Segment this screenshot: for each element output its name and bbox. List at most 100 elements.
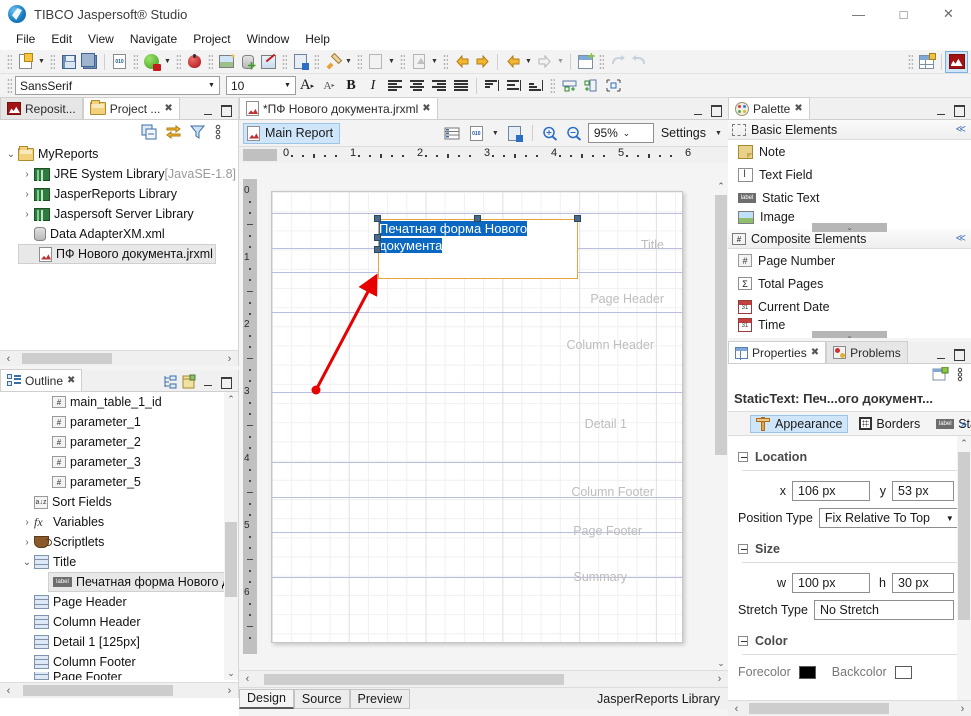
forecolor-swatch[interactable] (798, 665, 816, 679)
tab-source[interactable]: Source (293, 688, 350, 709)
tab-problems[interactable]: Problems (826, 341, 908, 363)
w-input[interactable]: 100 px (792, 573, 870, 593)
outline-item-column-footer[interactable]: Column Footer (0, 652, 238, 672)
scroll-right-icon[interactable]: › (711, 673, 728, 685)
resize-handle-nw[interactable] (374, 215, 381, 222)
toolbar-grip[interactable] (400, 53, 405, 70)
outline-item-parameter-5[interactable]: # parameter_5 (0, 472, 238, 492)
canvas-vertical-scrollbar[interactable]: ⌃ ⌄ (714, 179, 728, 670)
stretch-type-select[interactable]: No Stretch (813, 600, 954, 620)
italic-icon[interactable]: I (362, 76, 384, 96)
scroll-up-icon[interactable]: ⌃ (714, 179, 728, 193)
menu-item-edit[interactable]: Edit (43, 30, 80, 48)
selected-static-text-element[interactable]: Печатная форма Нового документа (378, 219, 578, 279)
save-all-icon[interactable] (79, 52, 100, 72)
view-menu-icon[interactable] (955, 367, 965, 384)
toolbar-grip[interactable] (282, 53, 287, 70)
minimize-panel-button[interactable] (933, 347, 949, 363)
increase-font-size-icon[interactable]: A ▸ (296, 76, 318, 96)
tree-item-jre-system-library[interactable]: › JRE System Library [JavaSE-1.8] (0, 164, 238, 184)
align-bottom-icon[interactable] (525, 76, 547, 96)
section-header-location[interactable]: Location (738, 450, 961, 464)
collapse-icon[interactable] (738, 636, 748, 646)
maximize-button[interactable]: □ (881, 0, 926, 28)
tab-design[interactable]: Design (239, 688, 294, 709)
resize-handle-n[interactable] (474, 215, 481, 222)
chevron-right-icon[interactable]: › (20, 209, 34, 220)
resize-handle-w[interactable] (374, 234, 381, 241)
palette-item-static-text[interactable]: label Static Text (728, 186, 971, 209)
outline-item-variables[interactable]: › fx Variables (0, 512, 238, 532)
back-icon[interactable] (451, 52, 472, 72)
minimize-button[interactable]: — (836, 0, 881, 28)
palette-item-time[interactable]: Time (728, 318, 971, 332)
scroll-left-icon[interactable]: ‹ (0, 353, 17, 365)
resize-handle-ne[interactable] (574, 215, 581, 222)
scroll-track[interactable] (17, 685, 221, 696)
dataset-icon[interactable] (442, 123, 463, 143)
preview-icon[interactable] (504, 123, 525, 143)
backcolor-swatch[interactable] (894, 665, 912, 679)
format-brush-dropdown-icon[interactable]: ▼ (343, 52, 354, 72)
close-icon[interactable]: ✖ (67, 375, 75, 386)
chevron-down-icon[interactable]: ⌄ (618, 128, 635, 139)
filter-icon[interactable] (189, 124, 206, 141)
pin-properties-icon[interactable] (932, 366, 949, 384)
tab-editor-file[interactable]: *ПФ Нового документа.jrxml ✖ (239, 97, 438, 119)
menu-item-file[interactable]: File (8, 30, 43, 48)
tree-item-myreports[interactable]: ⌄ MyReports (0, 144, 238, 164)
outline-item-static-text-selected[interactable]: label Печатная форма Нового до (48, 572, 238, 592)
section-header-color[interactable]: Color (738, 634, 961, 648)
compile-report-icon[interactable]: 010 (109, 52, 130, 72)
palette-item-current-date[interactable]: Current Date (728, 295, 971, 318)
minimize-panel-button[interactable] (200, 375, 216, 391)
scroll-up-icon[interactable]: ⌃ (224, 392, 238, 406)
outline-item-column-header[interactable]: Column Header (0, 612, 238, 632)
center-in-parent-icon[interactable] (602, 76, 624, 96)
close-button[interactable]: ✕ (926, 0, 971, 28)
toolbar-grip[interactable] (7, 53, 12, 70)
next-annotation-dropdown-icon[interactable]: ▼ (429, 52, 440, 72)
tab-outline[interactable]: Outline ✖ (0, 369, 83, 391)
size-to-width-icon[interactable] (558, 76, 580, 96)
close-icon[interactable]: ✖ (811, 347, 819, 358)
properties-horizontal-scrollbar[interactable]: ‹ › (728, 700, 971, 716)
close-icon[interactable]: ✖ (794, 103, 802, 114)
next-annotation-icon[interactable] (408, 52, 429, 72)
align-middle-icon[interactable] (503, 76, 525, 96)
forward-icon[interactable] (472, 52, 493, 72)
zoom-combo[interactable]: 95% ⌄ (587, 123, 654, 143)
decrease-font-size-icon[interactable]: A ▸ (318, 76, 340, 96)
menu-item-window[interactable]: Window (239, 30, 298, 48)
scroll-down-icon[interactable]: ⌄ (714, 656, 728, 670)
tab-appearance[interactable]: Appearance (750, 414, 849, 433)
show-tree-icon[interactable] (162, 374, 179, 391)
palette-group-basic-elements[interactable]: Basic Elements ≪ (728, 120, 971, 140)
chevron-right-icon[interactable]: › (20, 189, 34, 200)
scroll-down-icon[interactable]: ⌄ (224, 666, 238, 680)
tree-item-jasperreports-library[interactable]: › JasperReports Library (0, 184, 238, 204)
tab-properties[interactable]: Properties ✖ (728, 341, 827, 363)
collapse-icon[interactable] (738, 544, 748, 554)
new-dropdown-icon[interactable]: ▼ (36, 52, 47, 72)
scroll-track[interactable] (745, 703, 954, 714)
tree-item-jaspersoft-server-library[interactable]: › Jaspersoft Server Library (0, 204, 238, 224)
outline-item-parameter-1[interactable]: # parameter_1 (0, 412, 238, 432)
font-size-combo[interactable]: 10 ▼ (226, 76, 296, 95)
tab-palette[interactable]: Palette ✖ (728, 97, 810, 119)
run-dropdown-icon[interactable]: ▼ (162, 52, 173, 72)
view-menu-icon[interactable] (213, 124, 230, 141)
menu-item-project[interactable]: Project (185, 30, 238, 48)
export-icon[interactable] (290, 52, 311, 72)
palette-item-text-field[interactable]: Text Field (728, 163, 971, 186)
previous-edit-dropdown-icon[interactable]: ▼ (523, 52, 534, 72)
toolbar-grip[interactable] (176, 53, 181, 70)
scroll-thumb[interactable] (22, 353, 112, 364)
scroll-thumb[interactable] (225, 522, 237, 597)
scroll-track[interactable] (17, 353, 221, 364)
jaspersoft-perspective-icon[interactable] (945, 50, 968, 73)
settings-dropdown-icon[interactable]: ▼ (713, 123, 724, 143)
align-top-icon[interactable] (481, 76, 503, 96)
new-datasource-icon[interactable] (237, 52, 258, 72)
toolbar-grip[interactable] (908, 53, 913, 70)
